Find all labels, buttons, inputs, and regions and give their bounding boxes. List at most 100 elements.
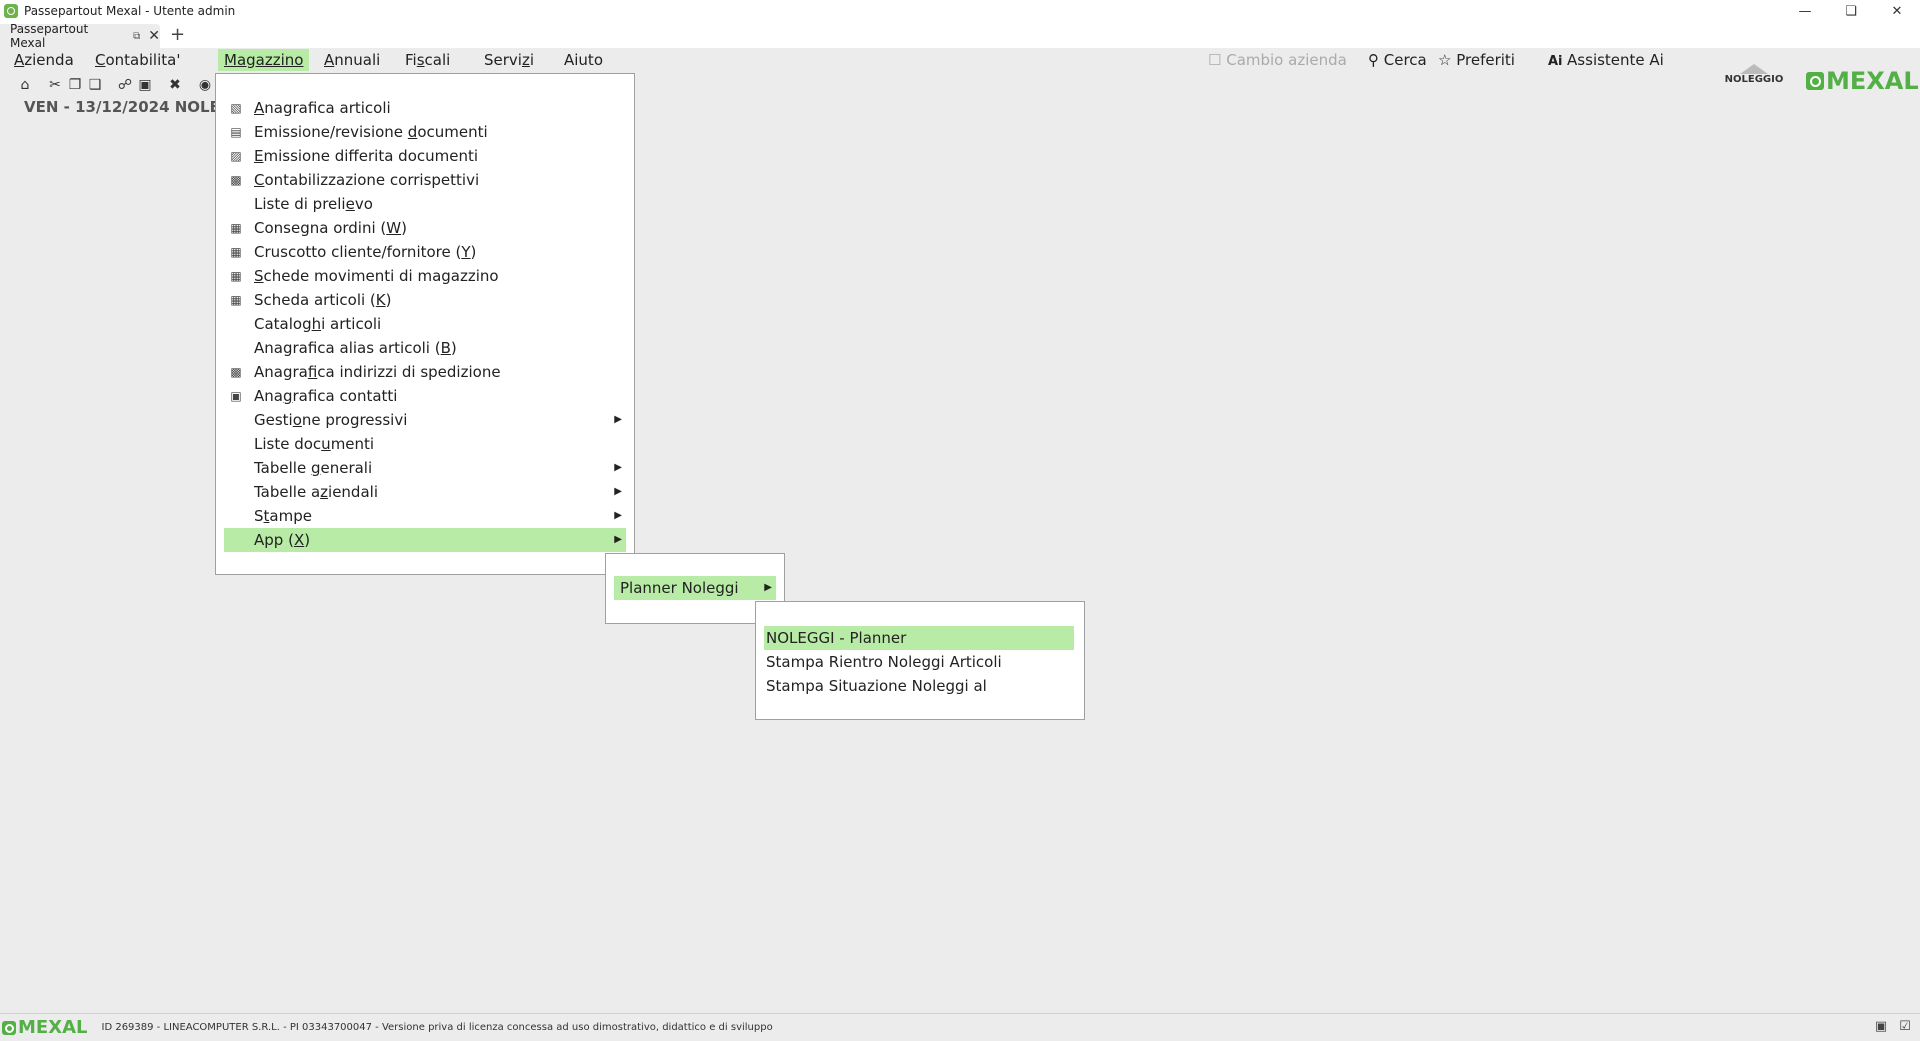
menu-liste-di-prelievo-label: Liste di prelievo	[254, 195, 373, 213]
detach-icon[interactable]: ⧉	[133, 31, 140, 42]
planner-submenu: NOLEGGI - Planner Stampa Rientro Noleggi…	[755, 601, 1085, 720]
home-icon[interactable]: ⌂	[16, 76, 34, 94]
menu-cruscotto-cliente-fornitore-label: Cruscotto cliente/fornitore (Y)	[254, 243, 477, 261]
assistente-ai-button[interactable]: Ai Assistente Ai	[1548, 49, 1664, 71]
menu-gestione-progressivi[interactable]: Gestione progressivi ▶	[224, 408, 626, 432]
window-title: Passepartout Mexal - Utente admin	[24, 4, 236, 18]
menu-liste-di-prelievo[interactable]: Liste di prelievo	[224, 192, 626, 216]
menu-consegna-ordini-label: Consegna ordini (W)	[254, 219, 407, 237]
close-icon: ✕	[1891, 3, 1903, 19]
menu-emissione-differita-documenti-label: Emissione differita documenti	[254, 147, 479, 165]
menu-stampa-rientro-noleggi-label: Stampa Rientro Noleggi Articoli	[766, 653, 1002, 671]
mexal-logo-text: MEXAL	[1826, 67, 1919, 95]
menu-emissione-revisione-documenti-label: Emissione/revisione documenti	[254, 123, 488, 141]
menu-contabilizzazione-corrispettivi[interactable]: ▩ Contabilizzazione corrispettivi	[224, 168, 626, 192]
preferiti-label: Preferiti	[1456, 51, 1515, 69]
menu-contabilizzazione-corrispettivi-label: Contabilizzazione corrispettivi	[254, 171, 480, 189]
noleggio-logo: NOLEGGIO	[1722, 64, 1786, 98]
menu-tabelle-aziendali-label: Tabelle aziendali	[254, 483, 378, 501]
footer-logo-text: MEXAL	[18, 1017, 88, 1038]
menu-emissione-revisione-documenti[interactable]: ▤ Emissione/revisione documenti	[224, 120, 626, 144]
star-icon: ☆	[1438, 51, 1457, 69]
article-icon: ▧	[230, 101, 242, 115]
menu-magazzino[interactable]: Magazzino	[218, 49, 310, 71]
link-icon[interactable]: ☍	[116, 76, 134, 94]
tab-label: Passepartout Mexal	[10, 22, 89, 50]
menu-annuali-key: A	[324, 51, 335, 69]
mexal-mark-icon	[1806, 72, 1824, 90]
menu-scheda-articoli-label: Scheda articoli (K)	[254, 291, 392, 309]
document-icon: ▤	[230, 125, 242, 139]
menu-fiscali[interactable]: Fiscali	[399, 49, 456, 71]
restore-button[interactable]: ❏	[1828, 0, 1874, 22]
menu-scheda-articoli[interactable]: ▦ Scheda articoli (K)	[224, 288, 626, 312]
menu-anagrafica-articoli[interactable]: ▧ Anagrafica articoli	[224, 96, 626, 120]
status-line: VEN - 13/12/2024 NOLEG	[24, 98, 233, 116]
cambio-azienda-button: ☐ Cambio azienda	[1208, 49, 1347, 71]
menu-stampa-situazione-noleggi[interactable]: Stampa Situazione Noleggi al	[764, 674, 1074, 698]
contact-icon: ▣	[230, 389, 242, 403]
calendar-check-icon[interactable]: ☑	[1896, 1018, 1914, 1036]
mexal-mark-icon	[2, 1020, 16, 1035]
menu-anagrafica-alias-articoli[interactable]: Anagrafica alias articoli (B)	[224, 336, 626, 360]
menu-aiuto[interactable]: Aiuto	[558, 49, 609, 71]
cerca-label: Cerca	[1383, 51, 1427, 69]
menu-app[interactable]: App (X) ▶	[224, 528, 626, 552]
grid-icon: ▦	[230, 221, 242, 235]
menu-consegna-ordini[interactable]: ▦ Consegna ordini (W)	[224, 216, 626, 240]
tab-passepartout-mexal[interactable]: Passepartout Mexal ⧉ ✕	[0, 22, 160, 50]
submenu-arrow-icon: ▶	[764, 582, 772, 593]
menu-noleggi-planner[interactable]: NOLEGGI - Planner	[764, 626, 1074, 650]
status-bar: MEXAL ID 269389 - LINEACOMPUTER S.R.L. -…	[0, 1013, 1920, 1041]
paste-icon[interactable]: ❑	[86, 76, 104, 94]
menu-anagrafica-indirizzi-spedizione[interactable]: ▩ Anagrafica indirizzi di spedizione	[224, 360, 626, 384]
monitor-icon[interactable]: ▣	[136, 76, 154, 94]
menu-planner-noleggi[interactable]: Planner Noleggi ▶	[614, 576, 776, 600]
camera-icon[interactable]: ◉	[196, 76, 214, 94]
menu-anagrafica-contatti-label: Anagrafica contatti	[254, 387, 398, 405]
preferiti-button[interactable]: ☆ Preferiti	[1438, 49, 1515, 71]
license-info: ID 269389 - LINEACOMPUTER S.R.L. - PI 03…	[101, 1022, 773, 1033]
menu-contabilita[interactable]: Contabilita'	[89, 49, 186, 71]
menu-annuali-label: nnuali	[334, 51, 381, 69]
menu-cataloghi-articoli-label: Cataloghi articoli	[254, 315, 382, 333]
menu-fiscali-pre: Fi	[405, 51, 417, 69]
cut-icon[interactable]: ✂	[46, 76, 64, 94]
remote-desktop-icon[interactable]: ▣	[1872, 1018, 1890, 1036]
menu-anagrafica-contatti[interactable]: ▣ Anagrafica contatti	[224, 384, 626, 408]
menu-fiscali-key: s	[416, 51, 425, 69]
menu-schede-movimenti-magazzino[interactable]: ▦ Schede movimenti di magazzino	[224, 264, 626, 288]
menu-stampe-label: Stampe	[254, 507, 312, 525]
tools-icon[interactable]: ✖	[166, 76, 184, 94]
house-icon	[1740, 64, 1768, 74]
menu-tabelle-aziendali[interactable]: Tabelle aziendali ▶	[224, 480, 626, 504]
menu-emissione-differita-documenti[interactable]: ▨ Emissione differita documenti	[224, 144, 626, 168]
footer-icons: ▣ ☑	[1872, 1018, 1914, 1036]
menu-planner-noleggi-label: Planner Noleggi	[620, 579, 739, 597]
menu-cataloghi-articoli[interactable]: Cataloghi articoli	[224, 312, 626, 336]
menu-gestione-progressivi-label: Gestione progressivi	[254, 411, 408, 429]
copy-icon[interactable]: ❐	[66, 76, 84, 94]
menu-stampe[interactable]: Stampe ▶	[224, 504, 626, 528]
menu-stampa-rientro-noleggi[interactable]: Stampa Rientro Noleggi Articoli	[764, 650, 1074, 674]
new-tab-icon[interactable]: +	[170, 24, 185, 45]
cerca-button[interactable]: ⚲ Cerca	[1368, 49, 1427, 71]
menu-azienda[interactable]: Azienda	[8, 49, 80, 71]
tab-strip: Passepartout Mexal ⧉ ✕ +	[0, 22, 1920, 50]
menu-fiscali-label: cali	[424, 51, 451, 69]
menu-cruscotto-cliente-fornitore[interactable]: ▦ Cruscotto cliente/fornitore (Y)	[224, 240, 626, 264]
menu-stampa-situazione-noleggi-label: Stampa Situazione Noleggi al	[766, 677, 987, 695]
register-icon: ▩	[230, 173, 242, 187]
menu-azienda-label: zienda	[24, 51, 74, 69]
company-icon: ☐	[1208, 51, 1227, 69]
menu-servizi[interactable]: Servizi	[478, 49, 540, 71]
tab-close-icon[interactable]: ✕	[148, 28, 160, 44]
close-button[interactable]: ✕	[1874, 0, 1920, 22]
menu-tabelle-generali[interactable]: Tabelle generali ▶	[224, 456, 626, 480]
menu-liste-documenti-label: Liste documenti	[254, 435, 375, 453]
menu-servizi-key: z	[521, 51, 530, 69]
menu-liste-documenti[interactable]: Liste documenti	[224, 432, 626, 456]
menu-annuali[interactable]: Annuali	[318, 49, 386, 71]
title-bar: Passepartout Mexal - Utente admin — ❏ ✕	[0, 0, 1920, 22]
minimize-button[interactable]: —	[1782, 0, 1828, 22]
